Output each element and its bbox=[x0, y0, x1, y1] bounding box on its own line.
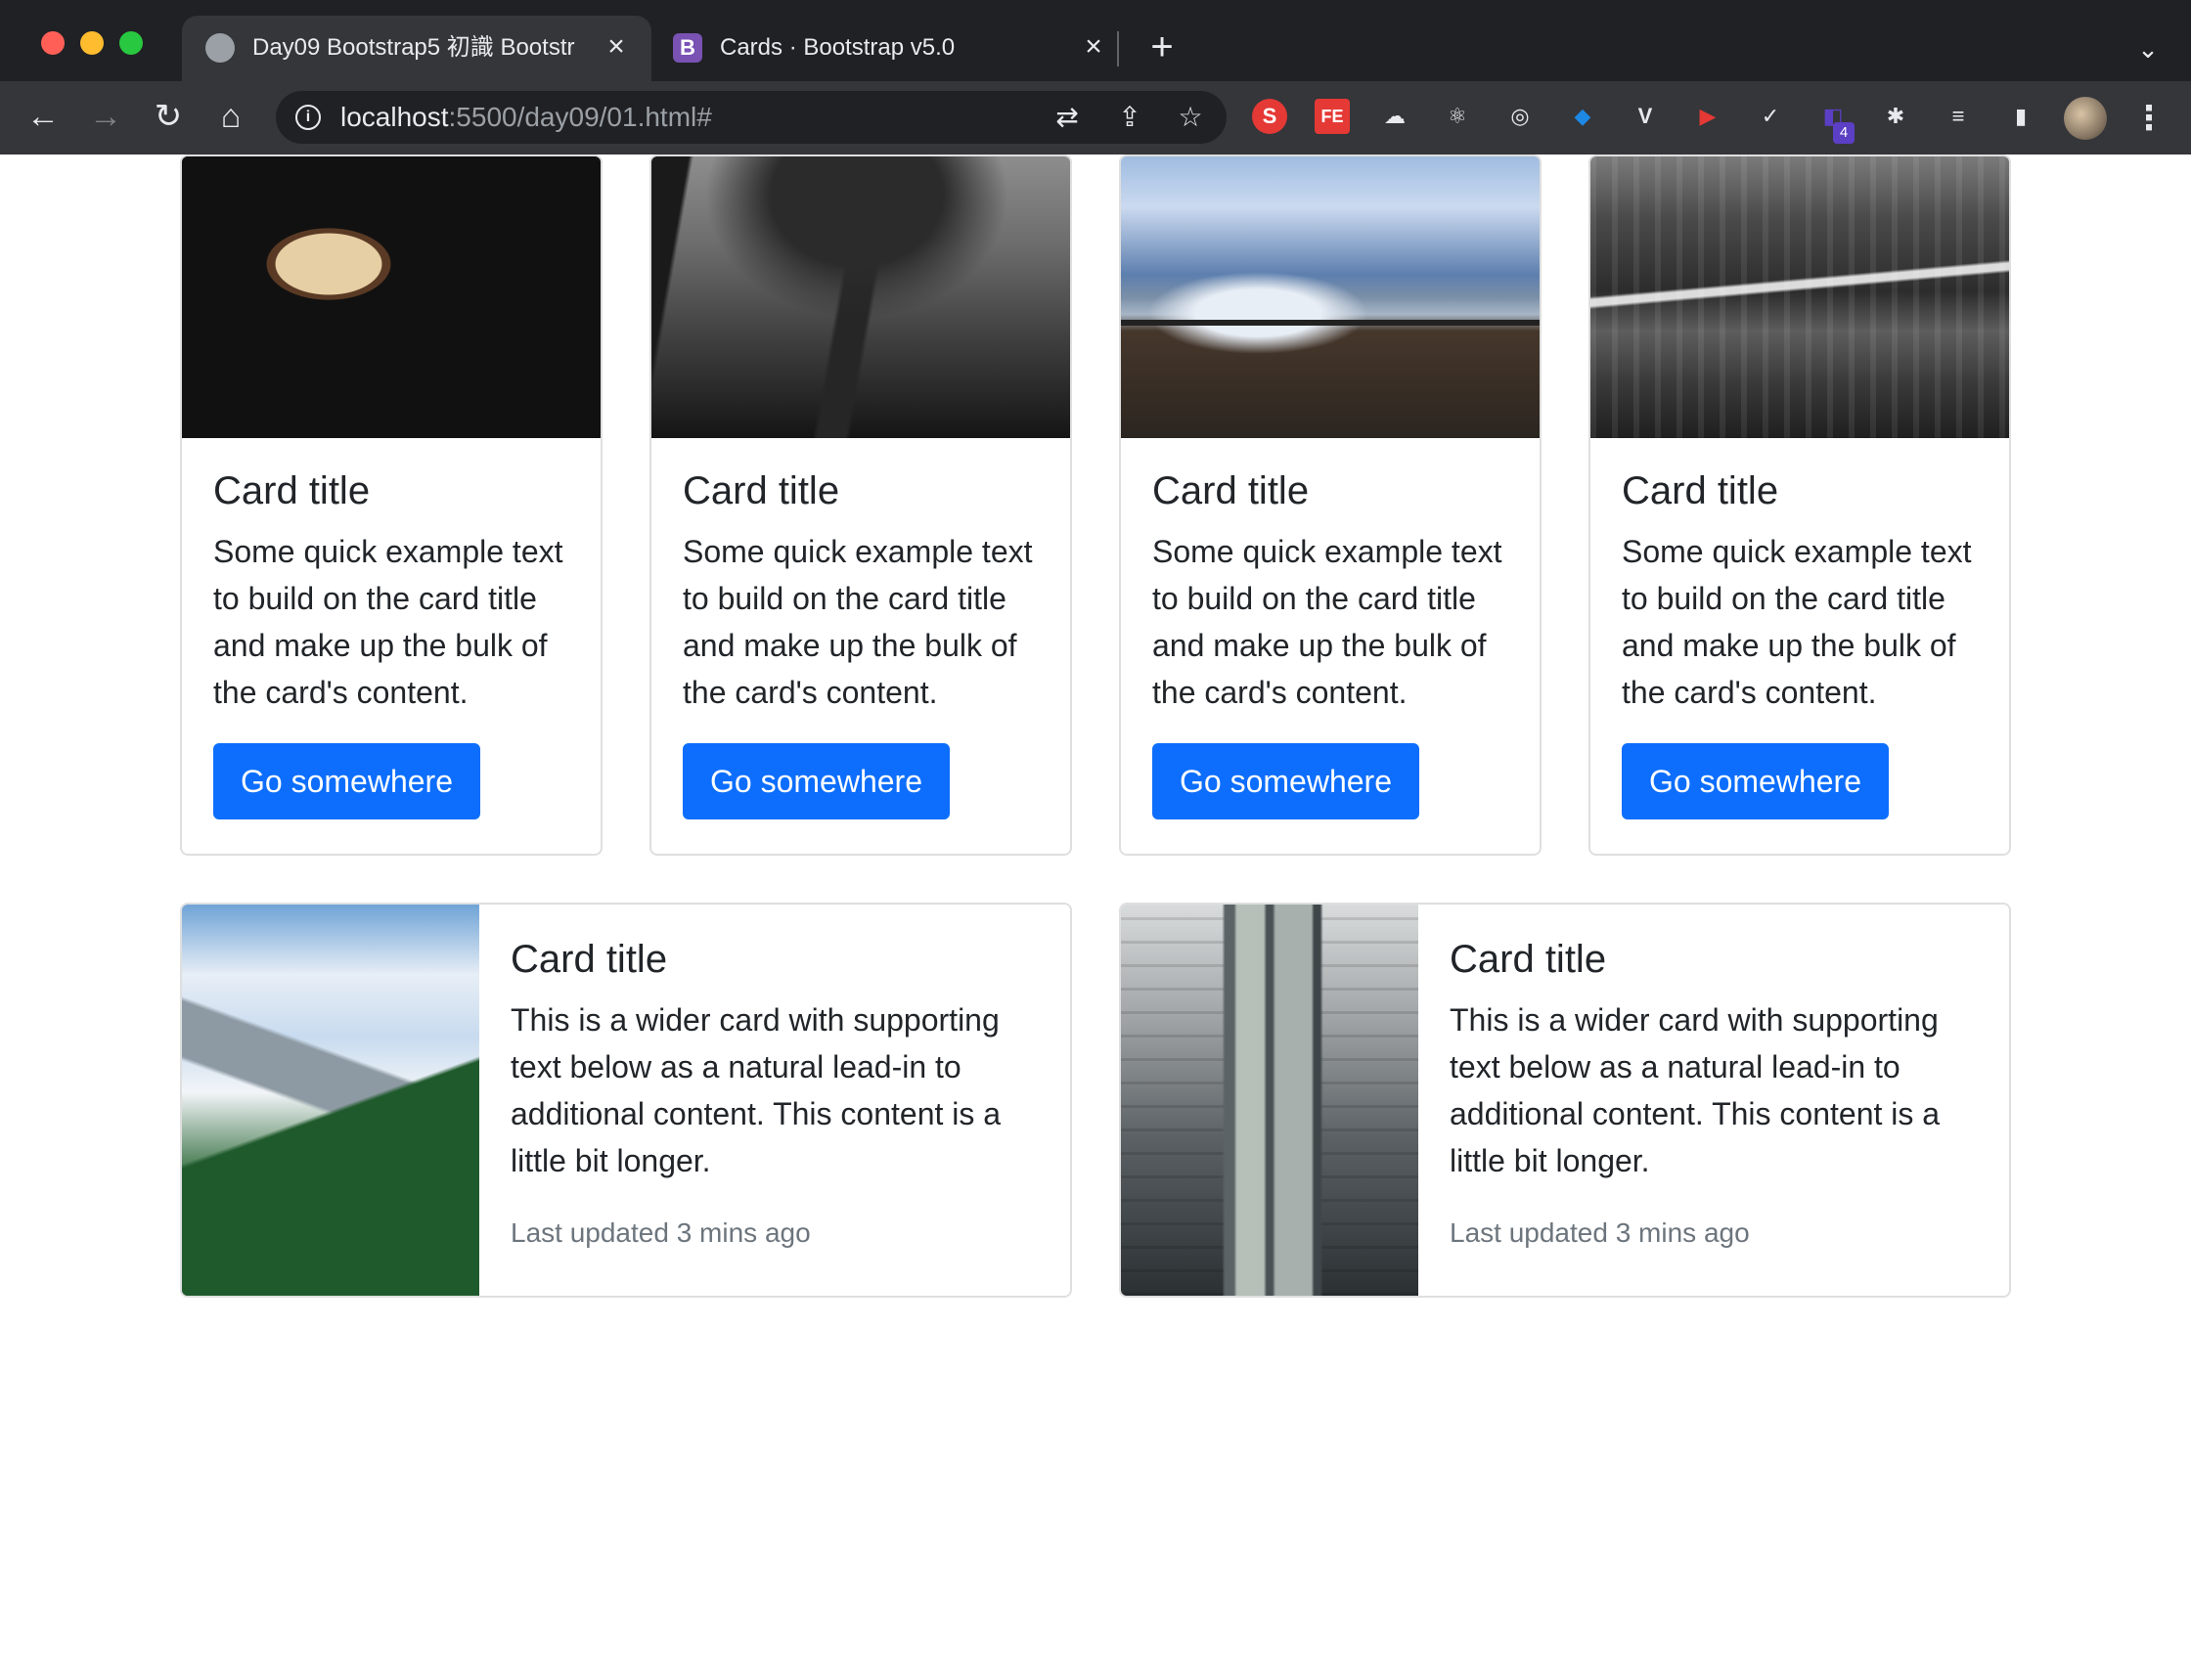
url-path: :5500/day09/01.html# bbox=[448, 102, 712, 132]
card: Card title Some quick example text to bu… bbox=[649, 155, 1072, 856]
globe-icon bbox=[205, 33, 235, 63]
horizontal-card: Card title This is a wider card with sup… bbox=[180, 903, 1072, 1298]
share-icon[interactable]: ⇪ bbox=[1113, 101, 1146, 134]
card-text: Some quick example text to build on the … bbox=[213, 534, 563, 710]
page-content: Card title Some quick example text to bu… bbox=[0, 155, 2191, 1680]
city-bridge-night-image bbox=[1590, 156, 2009, 438]
react-devtools-icon[interactable]: ⚛ bbox=[1440, 99, 1475, 134]
translate-icon[interactable]: ⇄ bbox=[1051, 101, 1084, 134]
mountain-forest-image bbox=[182, 905, 479, 1296]
puzzle-extensions-icon[interactable]: ✱ bbox=[1878, 99, 1913, 134]
horizontal-card: Card title This is a wider card with sup… bbox=[1119, 903, 2011, 1298]
last-updated-text: Last updated 3 mins ago bbox=[511, 1217, 811, 1248]
tab-strip: Day09 Bootstrap5 初識 Bootstr × B Cards · … bbox=[0, 0, 2191, 81]
browser-chrome: Day09 Bootstrap5 初識 Bootstr × B Cards · … bbox=[0, 0, 2191, 155]
check-extension-icon[interactable]: ✓ bbox=[1753, 99, 1788, 134]
coffee-cup-image bbox=[182, 156, 601, 438]
maximize-window-button[interactable] bbox=[119, 31, 143, 55]
card-body: Card title Some quick example text to bu… bbox=[683, 467, 1039, 819]
close-tab-icon[interactable]: × bbox=[601, 31, 632, 63]
tab-title: Cards · Bootstrap v5.0 bbox=[720, 34, 956, 61]
misty-trees-image bbox=[651, 156, 1070, 438]
url-host: localhost bbox=[340, 102, 449, 132]
more-menu-icon[interactable]: ⋮ bbox=[2132, 97, 2166, 140]
go-somewhere-button[interactable]: Go somewhere bbox=[1152, 743, 1419, 819]
new-tab-icon[interactable]: + bbox=[1144, 27, 1180, 66]
card-text: This is a wider card with supporting tex… bbox=[1450, 1002, 1941, 1178]
reload-icon[interactable]: ↻ bbox=[147, 95, 190, 138]
profile-avatar[interactable] bbox=[2064, 97, 2107, 140]
url-text[interactable]: localhost:5500/day09/01.html# bbox=[340, 102, 712, 133]
card-text: Some quick example text to build on the … bbox=[1622, 534, 1972, 710]
card-body: Card title This is a wider card with sup… bbox=[511, 936, 1043, 1253]
s-extension-icon[interactable]: S bbox=[1252, 99, 1287, 134]
forward-arrow-icon[interactable]: → bbox=[84, 95, 127, 138]
tab-divider bbox=[1117, 31, 1119, 66]
browser-toolbar: ← → ↻ ⌂ i localhost:5500/day09/01.html# … bbox=[0, 81, 2191, 155]
card: Card title Some quick example text to bu… bbox=[180, 155, 603, 856]
close-tab-icon[interactable]: × bbox=[1078, 31, 1109, 63]
card-body: Card title Some quick example text to bu… bbox=[1622, 467, 1978, 819]
back-arrow-icon[interactable]: ← bbox=[22, 95, 65, 138]
bootstrap-icon: B bbox=[673, 33, 702, 63]
tab-day09[interactable]: Day09 Bootstrap5 初識 Bootstr × bbox=[182, 16, 651, 81]
card-title: Card title bbox=[683, 469, 840, 512]
card-body: Card title Some quick example text to bu… bbox=[213, 467, 569, 819]
card-title: Card title bbox=[1450, 938, 1607, 981]
extension-count-badge: 4 bbox=[1833, 122, 1855, 144]
fe-extension-icon[interactable]: FE bbox=[1315, 99, 1350, 134]
address-bar[interactable]: i localhost:5500/day09/01.html# ⇄ ⇪ ☆ bbox=[276, 91, 1227, 144]
last-updated-text: Last updated 3 mins ago bbox=[1450, 1217, 1750, 1248]
cloud-extension-icon[interactable]: ☁ bbox=[1377, 99, 1412, 134]
gem-extension-icon[interactable]: ◆ bbox=[1565, 99, 1600, 134]
close-window-button[interactable] bbox=[41, 31, 65, 55]
reading-list-icon[interactable]: ≡ bbox=[1941, 99, 1976, 134]
go-somewhere-button[interactable]: Go somewhere bbox=[683, 743, 950, 819]
card: Card title Some quick example text to bu… bbox=[1119, 155, 1542, 856]
card-body: Card title This is a wider card with sup… bbox=[1450, 936, 1982, 1253]
card-title: Card title bbox=[213, 469, 371, 512]
card-title: Card title bbox=[1622, 469, 1779, 512]
card-text: Some quick example text to build on the … bbox=[1152, 534, 1502, 710]
card-title: Card title bbox=[511, 938, 668, 981]
side-panel-icon[interactable]: ▮ bbox=[2003, 99, 2038, 134]
card-text: This is a wider card with supporting tex… bbox=[511, 1002, 1002, 1178]
bookmark-star-icon[interactable]: ☆ bbox=[1174, 101, 1207, 134]
tab-search-chevron-icon[interactable]: ⌄ bbox=[2130, 31, 2166, 66]
tab-bootstrap-cards[interactable]: B Cards · Bootstrap v5.0 × bbox=[657, 16, 1117, 81]
skyscraper-image bbox=[1121, 905, 1418, 1296]
card-body: Card title Some quick example text to bu… bbox=[1152, 467, 1508, 819]
info-icon[interactable]: i bbox=[295, 105, 321, 130]
minimize-window-button[interactable] bbox=[80, 31, 104, 55]
target-extension-icon[interactable]: ◎ bbox=[1502, 99, 1538, 134]
card: Card title Some quick example text to bu… bbox=[1588, 155, 2011, 856]
go-somewhere-button[interactable]: Go somewhere bbox=[213, 743, 480, 819]
card-title: Card title bbox=[1152, 469, 1310, 512]
tab-title: Day09 Bootstrap5 初識 Bootstr bbox=[252, 34, 575, 61]
go-somewhere-button[interactable]: Go somewhere bbox=[1622, 743, 1889, 819]
lakeside-bicycle-image bbox=[1121, 156, 1540, 438]
card-text: Some quick example text to build on the … bbox=[683, 534, 1033, 710]
youtube-extension-icon[interactable]: ▶ bbox=[1690, 99, 1725, 134]
home-icon[interactable]: ⌂ bbox=[209, 95, 252, 138]
vue-devtools-icon[interactable]: V bbox=[1628, 99, 1663, 134]
